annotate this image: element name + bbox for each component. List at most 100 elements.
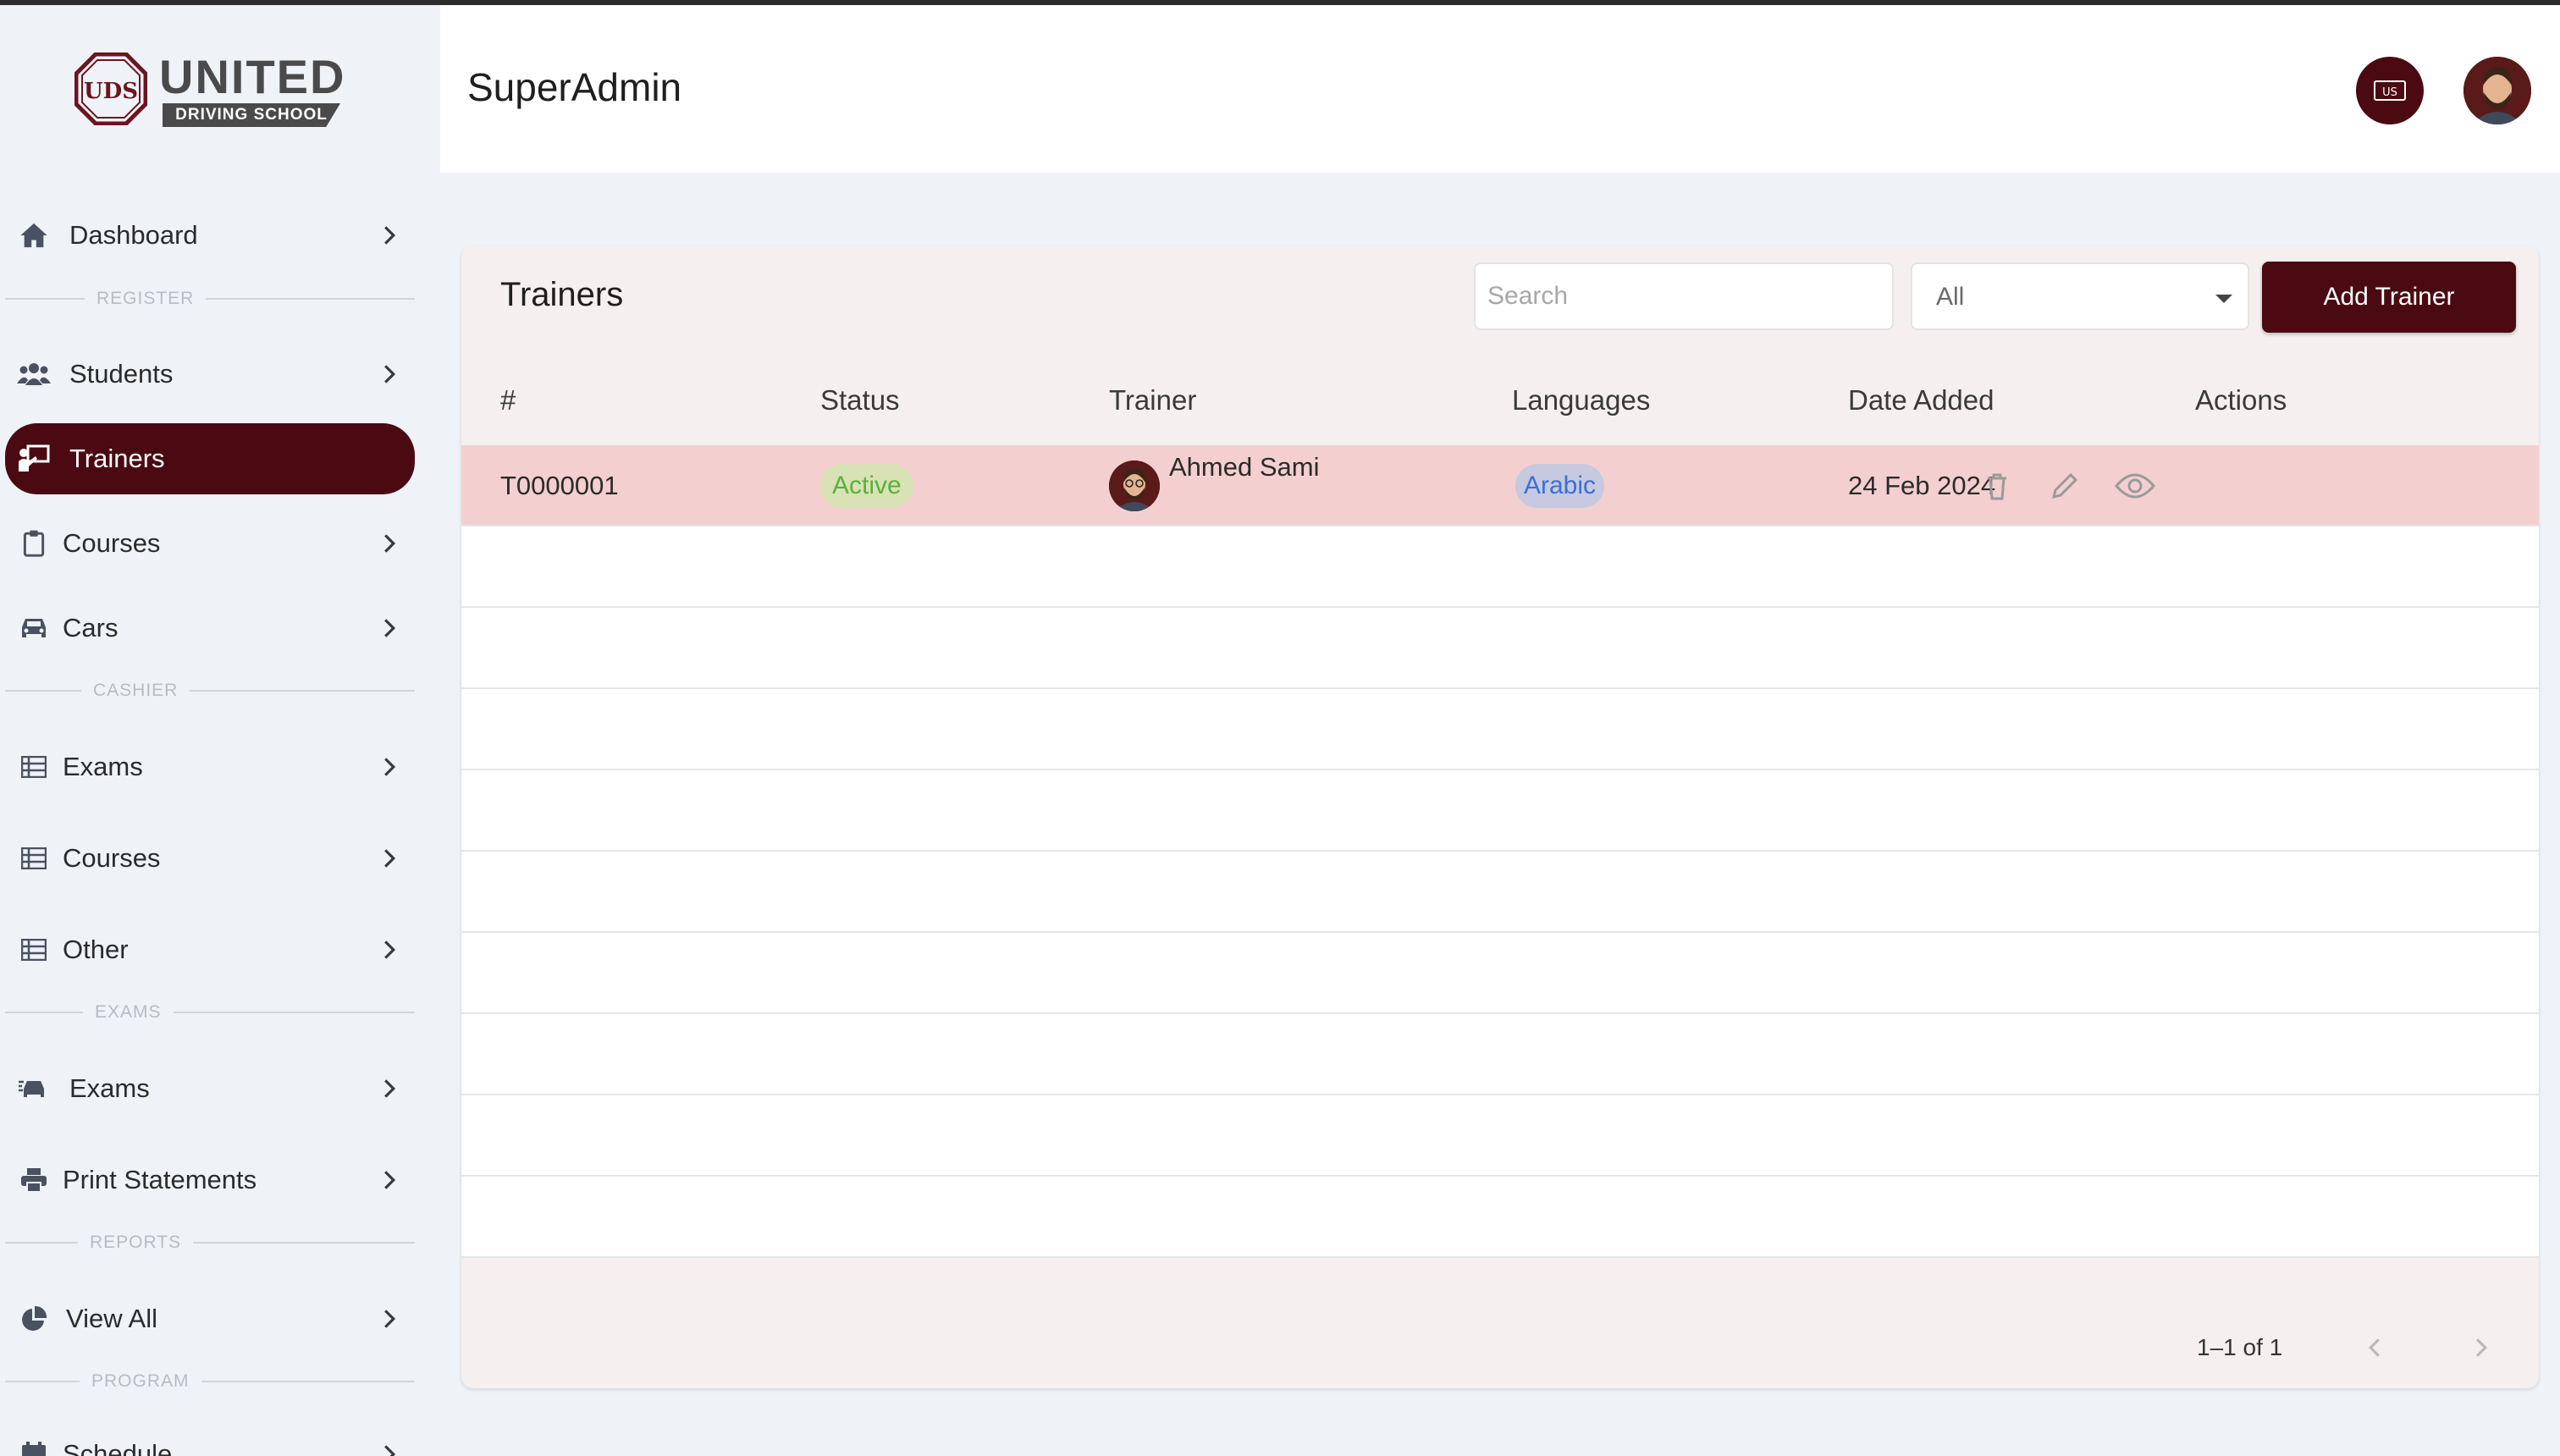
chevron-right-icon bbox=[372, 1302, 406, 1336]
table-row-empty bbox=[461, 1177, 2539, 1258]
table-row-empty bbox=[461, 527, 2539, 608]
sidebar-item-label: Other bbox=[63, 935, 129, 964]
column-header-languages[interactable]: Languages bbox=[1512, 384, 1650, 416]
cell-id: T0000001 bbox=[500, 471, 619, 500]
table-icon bbox=[17, 841, 51, 875]
sidebar-item-dashboard[interactable]: Dashboard bbox=[5, 200, 415, 271]
table-row-empty bbox=[461, 770, 2539, 852]
delete-icon[interactable] bbox=[1978, 467, 2016, 505]
search-input[interactable] bbox=[1474, 262, 1894, 330]
table-header: # Status Trainer Languages Date Added Ac… bbox=[461, 362, 2539, 437]
brand-name: UNITED bbox=[159, 50, 346, 103]
chevron-right-icon bbox=[372, 841, 406, 875]
sidebar-item-trainers[interactable]: Trainers bbox=[5, 423, 415, 494]
home-icon bbox=[17, 218, 51, 252]
section-exams: EXAMS bbox=[5, 1002, 415, 1022]
sidebar-item-label: Dashboard bbox=[69, 220, 198, 250]
calendar-icon bbox=[17, 1437, 51, 1456]
sidebar-item-label: Courses bbox=[63, 528, 161, 558]
section-register: REGISTER bbox=[5, 289, 415, 308]
table-row[interactable]: T0000001 Active Ahmed Sami Arabic 24 Feb… bbox=[461, 445, 2539, 527]
language-button[interactable]: US bbox=[2356, 57, 2424, 124]
table-row-empty bbox=[461, 933, 2539, 1014]
section-program: PROGRAM bbox=[5, 1371, 415, 1391]
status-badge: Active bbox=[820, 464, 913, 508]
card-title: Trainers bbox=[500, 276, 624, 313]
trainer-avatar bbox=[1109, 461, 1160, 511]
table-row-empty bbox=[461, 852, 2539, 933]
table-row-empty bbox=[461, 1095, 2539, 1177]
trainer-icon bbox=[17, 442, 51, 476]
clipboard-icon bbox=[17, 527, 51, 560]
sidebar-item-other[interactable]: Other bbox=[5, 914, 415, 985]
sidebar-item-label: Exams bbox=[69, 1073, 150, 1103]
chevron-right-icon bbox=[372, 1072, 406, 1106]
table-icon bbox=[17, 933, 51, 967]
table-footer: 1–1 of 1 bbox=[461, 1304, 2539, 1388]
pie-chart-icon bbox=[17, 1302, 51, 1336]
sidebar: UDS UNITED DRIVING SCHOOL Dashboard REGI… bbox=[0, 5, 440, 1456]
chevron-right-icon bbox=[372, 1163, 406, 1197]
add-trainer-button[interactable]: Add Trainer bbox=[2262, 262, 2516, 333]
printer-icon bbox=[17, 1163, 51, 1197]
column-header-date-added[interactable]: Date Added bbox=[1848, 384, 1994, 416]
section-reports: REPORTS bbox=[5, 1233, 415, 1252]
next-page-icon[interactable] bbox=[2463, 1329, 2500, 1366]
table-row-empty bbox=[461, 608, 2539, 689]
sidebar-item-exams[interactable]: Exams bbox=[5, 1053, 415, 1124]
chevron-right-icon bbox=[372, 218, 406, 252]
avatar-icon bbox=[2463, 57, 2531, 124]
sidebar-item-label: Trainers bbox=[69, 444, 165, 473]
svg-text:US: US bbox=[2382, 86, 2397, 99]
sidebar-item-label: Schedule bbox=[63, 1439, 173, 1456]
pagination-info: 1–1 of 1 bbox=[2197, 1334, 2283, 1360]
view-icon[interactable] bbox=[2112, 467, 2158, 505]
user-avatar[interactable] bbox=[2463, 57, 2531, 124]
trainers-card: Trainers All Add Trainer # Status Traine… bbox=[461, 245, 2539, 1388]
sidebar-item-cashier-exams[interactable]: Exams bbox=[5, 731, 415, 802]
chevron-right-icon bbox=[372, 1437, 406, 1456]
sidebar-item-label: Print Statements bbox=[63, 1165, 257, 1194]
users-icon bbox=[17, 357, 51, 391]
chevron-right-icon bbox=[372, 750, 406, 784]
flag-icon: US bbox=[2374, 80, 2406, 101]
column-header-id[interactable]: # bbox=[500, 384, 516, 416]
column-header-trainer[interactable]: Trainer bbox=[1109, 384, 1196, 416]
sidebar-item-label: Exams bbox=[63, 752, 143, 781]
avatar-icon bbox=[1109, 461, 1160, 511]
table-icon bbox=[17, 750, 51, 784]
cell-date-added: 24 Feb 2024 bbox=[1848, 471, 1996, 500]
sidebar-item-students[interactable]: Students bbox=[5, 339, 415, 410]
section-cashier: CASHIER bbox=[5, 681, 415, 700]
chevron-right-icon bbox=[372, 527, 406, 560]
trainer-name[interactable]: Ahmed Sami bbox=[1169, 452, 1319, 483]
chevron-right-icon bbox=[372, 357, 406, 391]
sidebar-item-courses[interactable]: Courses bbox=[5, 508, 415, 579]
sidebar-item-view-all[interactable]: View All bbox=[5, 1283, 415, 1354]
select-value: All bbox=[1936, 283, 1965, 311]
sidebar-item-schedule[interactable]: Schedule bbox=[5, 1419, 415, 1456]
table-row-empty bbox=[461, 689, 2539, 770]
brand-logo[interactable]: UDS UNITED DRIVING SCHOOL bbox=[74, 49, 354, 129]
sidebar-item-label: Students bbox=[69, 359, 174, 389]
status-filter-select[interactable]: All bbox=[1911, 262, 2249, 330]
brand-subtitle: DRIVING SCHOOL bbox=[163, 103, 340, 127]
chevron-right-icon bbox=[372, 611, 406, 645]
chevron-right-icon bbox=[372, 933, 406, 967]
previous-page-icon[interactable] bbox=[2356, 1329, 2393, 1366]
car-icon bbox=[17, 611, 51, 645]
caret-down-icon bbox=[2215, 295, 2232, 303]
column-header-actions: Actions bbox=[2195, 384, 2287, 416]
sidebar-item-print-statements[interactable]: Print Statements bbox=[5, 1144, 415, 1216]
car-exam-icon bbox=[17, 1072, 51, 1106]
sidebar-item-label: Courses bbox=[63, 843, 161, 873]
sidebar-item-cars[interactable]: Cars bbox=[5, 593, 415, 664]
language-badge: Arabic bbox=[1515, 464, 1605, 508]
page-title: SuperAdmin bbox=[467, 65, 682, 109]
sidebar-item-cashier-courses[interactable]: Courses bbox=[5, 823, 415, 894]
table-row-empty bbox=[461, 1014, 2539, 1095]
edit-icon[interactable] bbox=[2046, 467, 2083, 505]
sidebar-item-label: View All bbox=[66, 1304, 157, 1333]
top-header: SuperAdmin US bbox=[440, 5, 2560, 173]
column-header-status[interactable]: Status bbox=[820, 384, 900, 416]
